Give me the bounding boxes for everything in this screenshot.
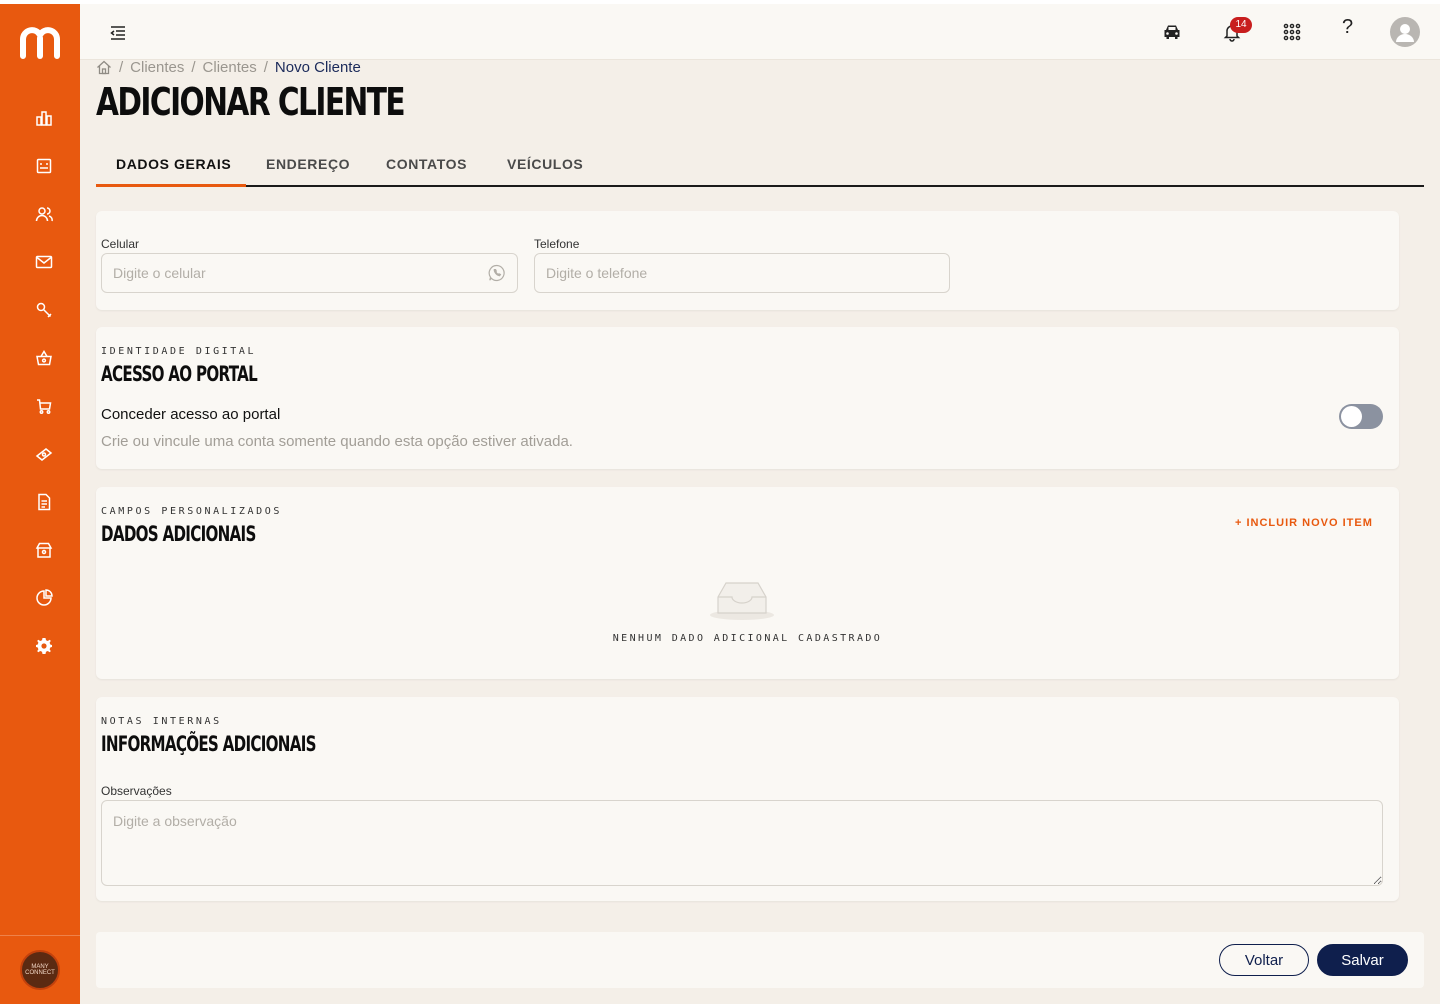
custom-fields-eyebrow: CAMPOS PERSONALIZADOS (101, 506, 283, 517)
home-icon[interactable] (96, 60, 112, 75)
portal-access-card: IDENTIDADE DIGITAL ACESSO AO PORTAL Conc… (96, 327, 1399, 469)
sidebar-divider (0, 935, 80, 936)
user-icon (1396, 24, 1414, 42)
breadcrumb-clientes-list[interactable]: Clientes (203, 59, 257, 76)
empty-state-text: NENHUM DADO ADICIONAL CADASTRADO (612, 633, 883, 644)
document-icon[interactable] (32, 490, 56, 514)
tab-veiculos[interactable]: VEÍCULOS (507, 156, 583, 172)
apps-grid-icon[interactable] (1280, 20, 1304, 44)
pie-chart-icon[interactable] (32, 586, 56, 610)
internal-notes-card: NOTAS INTERNAS INFORMAÇÕES ADICIONAIS Ob… (96, 697, 1399, 901)
custom-fields-card: CAMPOS PERSONALIZADOS DADOS ADICIONAIS +… (96, 487, 1399, 679)
active-tab-indicator (96, 184, 246, 187)
notification-badge: 14 (1230, 17, 1252, 33)
money-icon[interactable] (32, 442, 56, 466)
menu-collapse-icon[interactable] (108, 22, 128, 42)
org-logo[interactable]: MANY CONNECT (20, 950, 60, 990)
back-button[interactable]: Voltar (1219, 944, 1309, 976)
celular-input[interactable] (101, 253, 518, 293)
store-icon[interactable] (32, 538, 56, 562)
empty-inbox-icon (710, 582, 774, 620)
whatsapp-icon (488, 264, 505, 282)
calendar-icon[interactable] (32, 154, 56, 178)
portal-eyebrow: IDENTIDADE DIGITAL (101, 346, 257, 357)
contact-card: Celular Telefone (96, 211, 1399, 310)
telefone-label: Telefone (534, 237, 580, 251)
form-footer: Voltar Salvar (96, 932, 1424, 988)
page-title: ADICIONAR CLIENTE (96, 80, 406, 124)
telefone-input[interactable] (534, 253, 950, 293)
cart-icon[interactable] (32, 394, 56, 418)
topbar: 14 ? (80, 4, 1440, 60)
user-avatar[interactable] (1390, 17, 1420, 47)
tab-bar: DADOS GERAIS ENDEREÇO CONTATOS VEÍCULOS (96, 144, 1424, 187)
users-icon[interactable] (32, 202, 56, 226)
org-logo-text: MANY CONNECT (25, 964, 55, 976)
save-button[interactable]: Salvar (1317, 944, 1408, 976)
mail-icon[interactable] (32, 250, 56, 274)
custom-fields-title: DADOS ADICIONAIS (101, 522, 256, 546)
celular-label: Celular (101, 237, 140, 251)
tab-contatos[interactable]: CONTATOS (386, 156, 467, 172)
basket-icon[interactable] (32, 346, 56, 370)
portal-option-title: Conceder acesso ao portal (101, 406, 281, 423)
main-content: 14 ? / Clientes / Clientes / Novo Client… (80, 4, 1440, 1004)
notes-eyebrow: NOTAS INTERNAS (101, 716, 222, 727)
toggle-knob (1341, 406, 1362, 427)
observacoes-textarea[interactable] (101, 800, 1383, 886)
portal-option-description: Crie ou vincule uma conta somente quando… (101, 433, 573, 450)
sidebar: MANY CONNECT (0, 4, 80, 1004)
tab-endereco[interactable]: ENDEREÇO (266, 156, 350, 172)
observacoes-label: Observações (101, 784, 172, 798)
help-icon[interactable]: ? (1342, 16, 1353, 39)
bar-chart-icon[interactable] (32, 106, 56, 130)
wrench-icon[interactable] (32, 298, 56, 322)
notes-title: INFORMAÇÕES ADICIONAIS (101, 732, 316, 756)
portal-title: ACESSO AO PORTAL (101, 362, 258, 386)
breadcrumb-current: Novo Cliente (274, 59, 361, 76)
breadcrumb-separator: / (263, 59, 268, 76)
portal-access-toggle[interactable] (1339, 404, 1383, 429)
brand-logo-icon[interactable] (18, 22, 62, 62)
breadcrumb: / Clientes / Clientes / Novo Cliente (96, 59, 361, 76)
car-icon[interactable] (1160, 20, 1184, 44)
tab-dados-gerais[interactable]: DADOS GERAIS (116, 156, 231, 172)
add-new-item-button[interactable]: + INCLUIR NOVO ITEM (1235, 517, 1373, 529)
breadcrumb-separator: / (119, 59, 124, 76)
gear-icon[interactable] (32, 634, 56, 658)
breadcrumb-clientes[interactable]: Clientes (130, 59, 184, 76)
breadcrumb-separator: / (191, 59, 196, 76)
